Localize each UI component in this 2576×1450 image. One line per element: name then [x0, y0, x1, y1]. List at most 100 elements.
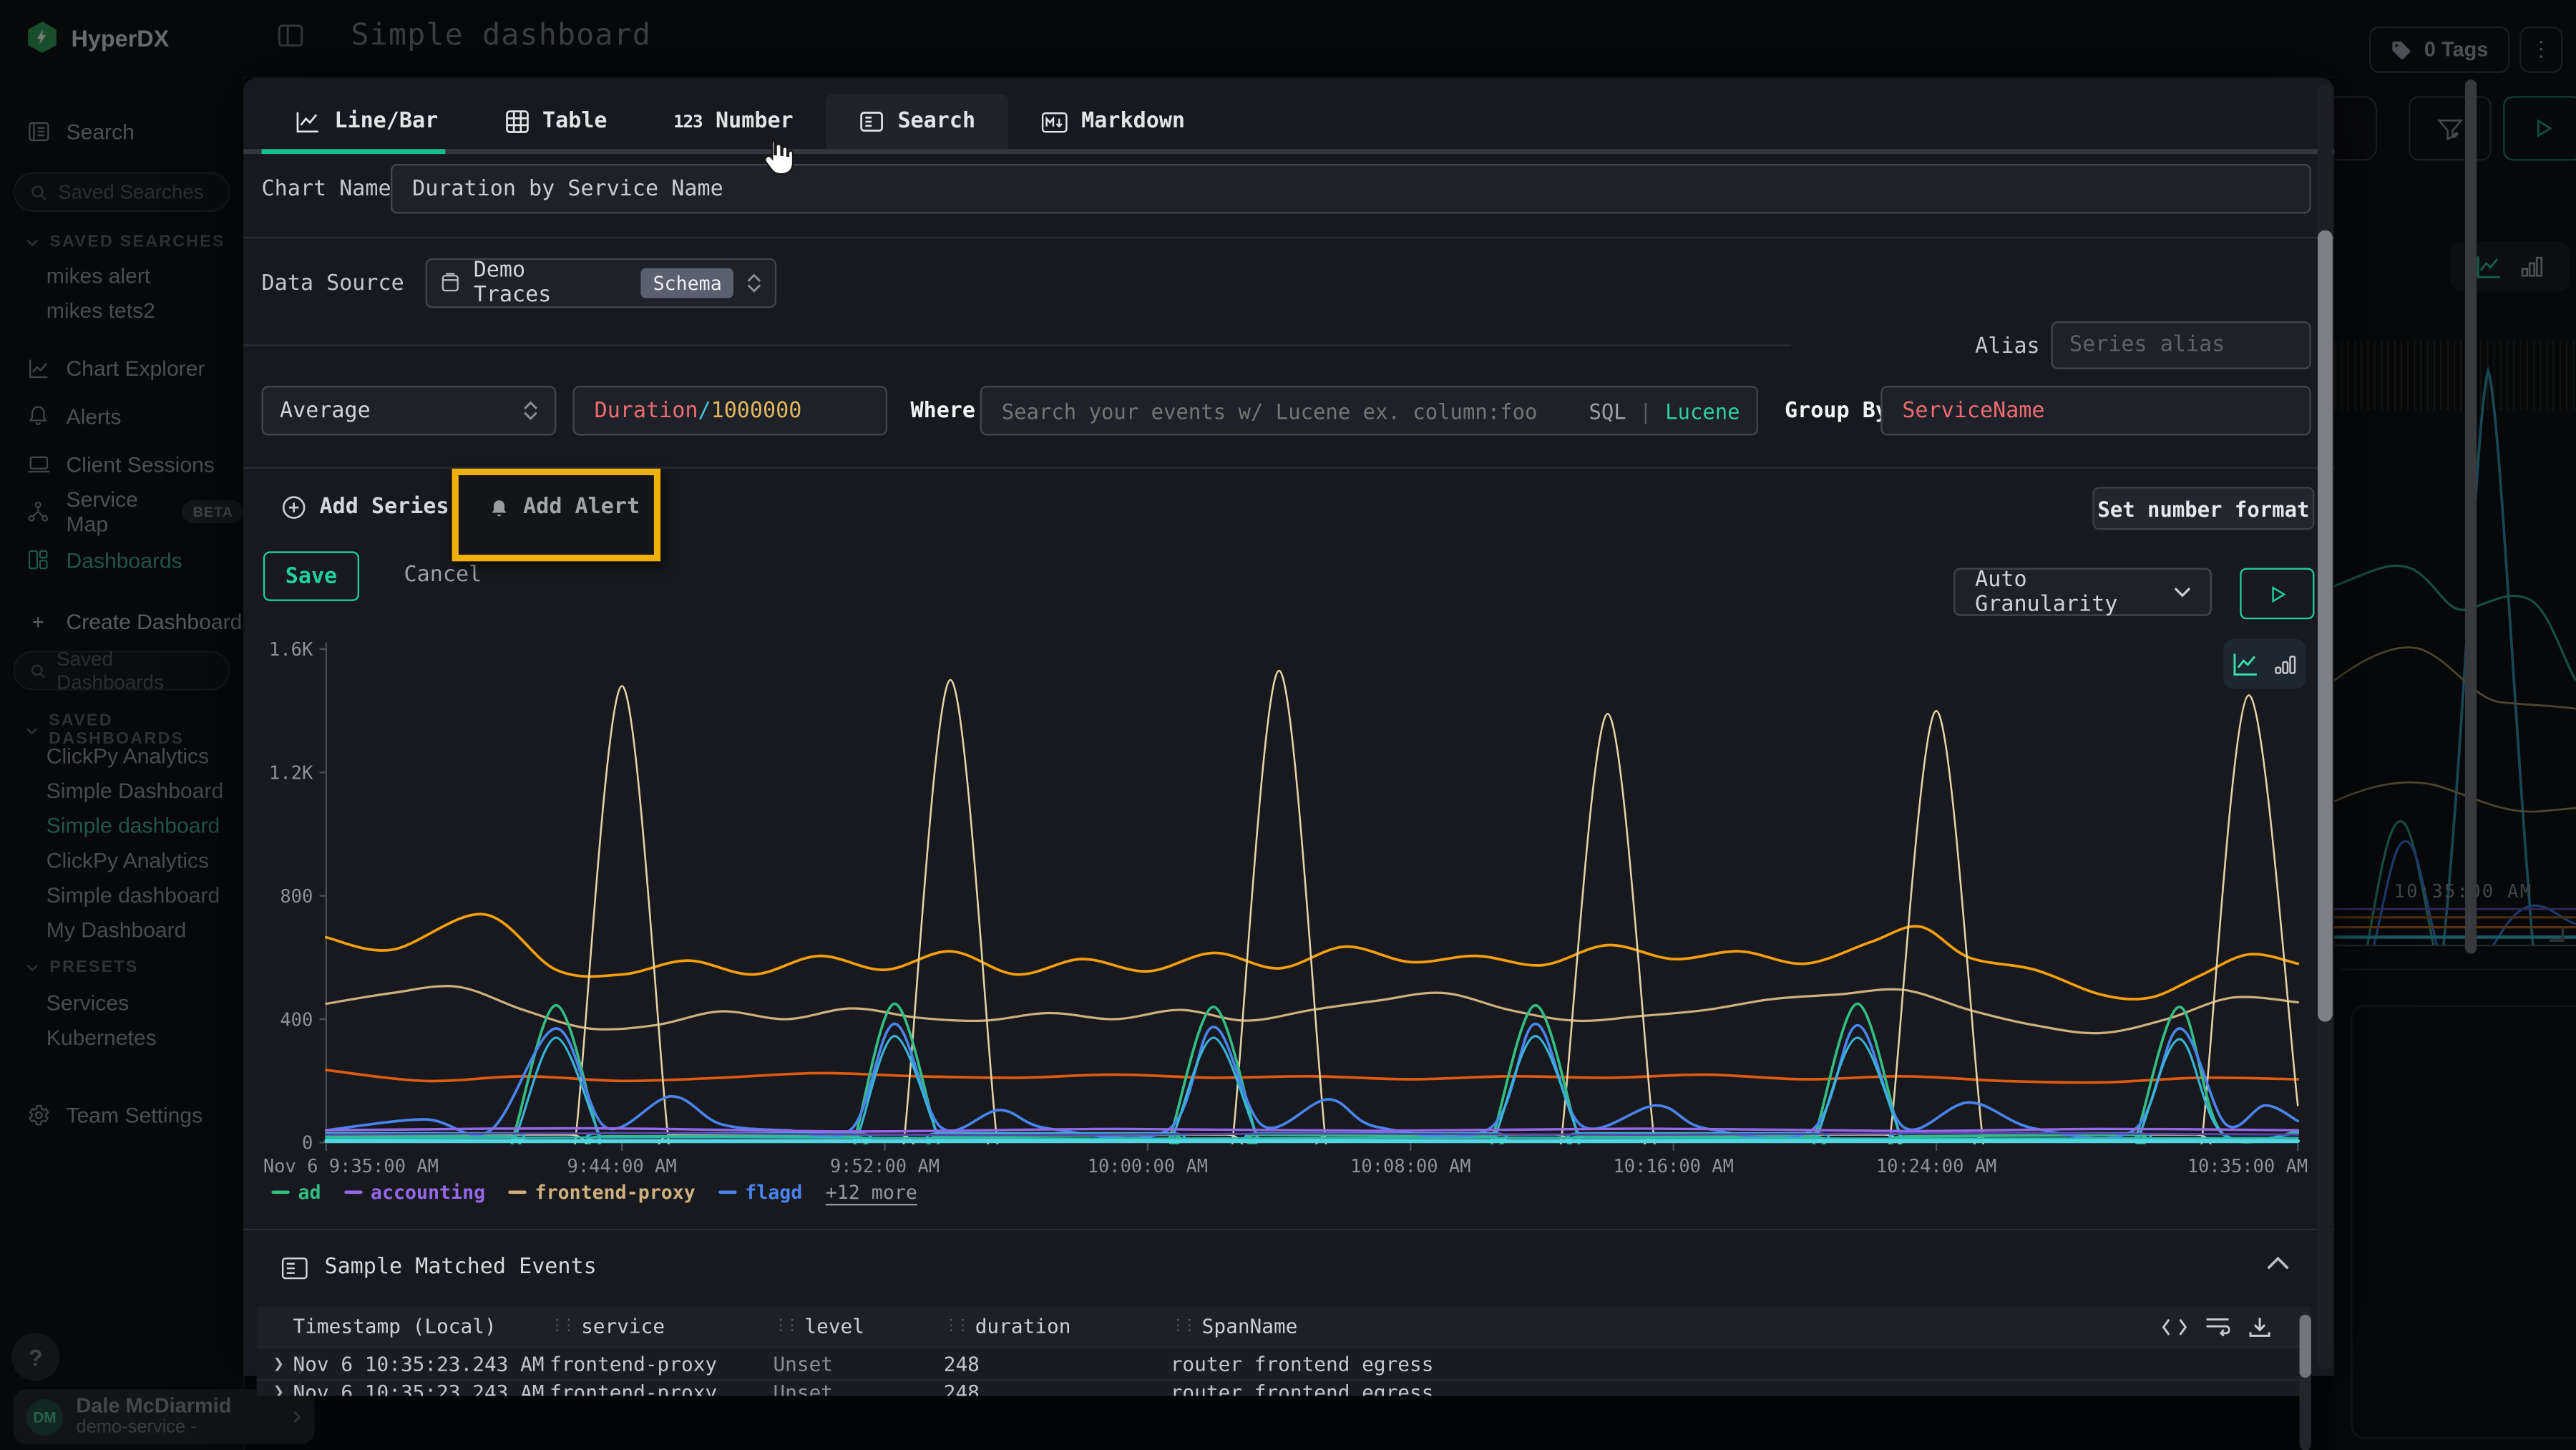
- tab-markdown[interactable]: Markdown: [1008, 94, 1218, 149]
- legend-item[interactable]: ad: [271, 1181, 321, 1204]
- field-expression-input[interactable]: Duration/1000000: [573, 386, 888, 435]
- annotation-highlight-box: [452, 469, 661, 562]
- collapse-section-button[interactable]: [2266, 1255, 2289, 1270]
- cell-spanname: router frontend egress: [1171, 1381, 2152, 1396]
- wrap-lines-icon[interactable]: [2205, 1316, 2230, 1336]
- legend-item[interactable]: frontend-proxy: [509, 1181, 696, 1204]
- svg-text:1.6K: 1.6K: [269, 638, 313, 660]
- col-duration[interactable]: ⋮⋮duration: [944, 1315, 1171, 1338]
- divider: [243, 1229, 2334, 1230]
- chevron-up-icon: [2266, 1255, 2289, 1270]
- legend-swatch: [271, 1190, 289, 1194]
- granularity-select[interactable]: Auto Granularity: [1953, 568, 2212, 616]
- col-service[interactable]: ⋮⋮service: [550, 1315, 773, 1338]
- aggregation-value: Average: [280, 398, 371, 423]
- expr-field: Duration: [595, 398, 698, 423]
- expand-row-icon[interactable]: ❯: [273, 1381, 284, 1396]
- list-icon: [281, 1256, 308, 1279]
- table-icon: [504, 110, 530, 135]
- svg-text:10:35:00 AM: 10:35:00 AM: [2187, 1155, 2308, 1174]
- play-icon: [2267, 584, 2287, 604]
- select-chevrons-icon: [523, 401, 538, 421]
- where-label: Where: [910, 399, 975, 424]
- drag-handle-icon[interactable]: ⋮⋮: [1171, 1318, 1194, 1335]
- data-source-label: Data Source: [262, 271, 404, 296]
- code-icon[interactable]: [2162, 1317, 2187, 1335]
- table-row[interactable]: ❯| Nov 6 10:35:23.243 AM frontend-proxy …: [257, 1346, 2311, 1379]
- legend-more-link[interactable]: +12 more: [826, 1181, 917, 1204]
- select-chevrons-icon: [746, 273, 761, 293]
- cell-level: Unset: [773, 1381, 943, 1396]
- drag-handle-icon[interactable]: ⋮⋮: [550, 1318, 572, 1335]
- svg-text:400: 400: [280, 1008, 313, 1030]
- table-header-row: Timestamp (Local) ⋮⋮service ⋮⋮level ⋮⋮du…: [257, 1306, 2311, 1346]
- aggregation-select[interactable]: Average: [262, 386, 557, 435]
- group-by-input[interactable]: ServiceName: [1880, 386, 2311, 435]
- svg-text:10:24:00 AM: 10:24:00 AM: [1876, 1155, 1996, 1174]
- cell-duration: 248: [944, 1352, 1171, 1375]
- tab-table[interactable]: Table: [472, 94, 640, 149]
- lucene-toggle-option[interactable]: Lucene: [1665, 398, 1740, 423]
- tab-underline-track: [243, 149, 2334, 154]
- table-scrollbar-thumb[interactable]: [2300, 1315, 2311, 1378]
- save-button[interactable]: Save: [263, 551, 359, 600]
- svg-text:0: 0: [302, 1132, 313, 1154]
- sample-events-title: Sample Matched Events: [324, 1255, 596, 1280]
- svg-text:9:44:00 AM: 9:44:00 AM: [567, 1155, 677, 1174]
- run-query-button[interactable]: [2240, 568, 2314, 620]
- chart-name-label: Chart Name: [262, 177, 391, 203]
- tab-search[interactable]: Search: [826, 94, 1008, 149]
- legend-item[interactable]: flagd: [718, 1181, 802, 1204]
- markdown-icon: [1042, 110, 1068, 133]
- group-by-value: ServiceName: [1902, 398, 2044, 423]
- chevron-down-icon: [2173, 586, 2190, 598]
- cell-service: frontend-proxy: [550, 1381, 773, 1396]
- svg-text:9:52:00 AM: 9:52:00 AM: [830, 1155, 940, 1174]
- cell-spanname: router frontend egress: [1171, 1352, 2152, 1375]
- modal-scrollbar-thumb[interactable]: [2318, 230, 2333, 1022]
- expr-value: 1000000: [711, 398, 802, 423]
- chart-name-input[interactable]: [391, 164, 2311, 213]
- table-row-partial[interactable]: ❯| Nov 6 10:35:23.243 AM frontend-proxy …: [257, 1379, 2311, 1396]
- svg-text:10:08:00 AM: 10:08:00 AM: [1350, 1155, 1470, 1174]
- svg-text:Nov 6 9:35:00 AM: Nov 6 9:35:00 AM: [263, 1155, 439, 1174]
- timeseries-chart[interactable]: 0 400 800 1.2K 1.6K Nov 6 9:35:00 AM 9:44:00 A…: [260, 638, 2318, 1174]
- add-series-button[interactable]: Add Series: [281, 495, 449, 520]
- edit-chart-modal: Line/Bar Table 123 Number Search Markdow…: [243, 78, 2334, 1376]
- alias-label: Alias: [1975, 334, 2040, 359]
- svg-text:1.2K: 1.2K: [269, 762, 313, 784]
- download-icon[interactable]: [2248, 1315, 2271, 1337]
- granularity-value: Auto Granularity: [1975, 567, 2172, 616]
- tab-number[interactable]: 123 Number: [640, 94, 826, 149]
- where-search-input[interactable]: [982, 387, 1584, 434]
- series-alias-input[interactable]: [2051, 321, 2311, 369]
- list-icon: [859, 110, 884, 135]
- plus-circle-icon: [281, 495, 306, 520]
- col-timestamp[interactable]: Timestamp (Local): [293, 1315, 550, 1338]
- cell-service: frontend-proxy: [550, 1352, 773, 1375]
- sql-toggle-option[interactable]: SQL: [1589, 398, 1626, 423]
- data-source-value: Demo Traces: [474, 258, 605, 308]
- drag-handle-icon[interactable]: ⋮⋮: [773, 1318, 796, 1335]
- cell-timestamp: Nov 6 10:35:23.243 AM: [293, 1381, 550, 1396]
- drag-handle-icon[interactable]: ⋮⋮: [944, 1318, 967, 1335]
- col-level[interactable]: ⋮⋮level: [773, 1315, 943, 1338]
- mouse-cursor: [758, 136, 795, 179]
- where-input[interactable]: SQL | Lucene: [980, 386, 1758, 435]
- chart-legend: ad accounting frontend-proxy flagd +12 m…: [271, 1181, 917, 1204]
- svg-text:10:00:00 AM: 10:00:00 AM: [1088, 1155, 1208, 1174]
- svg-text:10:16:00 AM: 10:16:00 AM: [1613, 1155, 1733, 1174]
- col-spanname[interactable]: ⋮⋮SpanName: [1171, 1315, 2152, 1338]
- database-icon: [440, 271, 460, 294]
- legend-swatch: [344, 1190, 362, 1194]
- set-number-format-button[interactable]: Set number format: [2092, 487, 2314, 530]
- tab-line-bar[interactable]: Line/Bar: [262, 94, 472, 149]
- cell-timestamp: Nov 6 10:35:23.243 AM: [293, 1352, 550, 1375]
- tab-underline-active: [262, 149, 446, 154]
- svg-text:800: 800: [280, 885, 313, 907]
- data-source-select[interactable]: Demo Traces Schema: [426, 258, 776, 308]
- expand-row-icon[interactable]: ❯: [273, 1353, 284, 1374]
- legend-item[interactable]: accounting: [344, 1181, 485, 1204]
- group-by-label: Group By: [1785, 399, 1888, 424]
- chart-type-tabs: Line/Bar Table 123 Number Search Markdow…: [262, 94, 1219, 149]
